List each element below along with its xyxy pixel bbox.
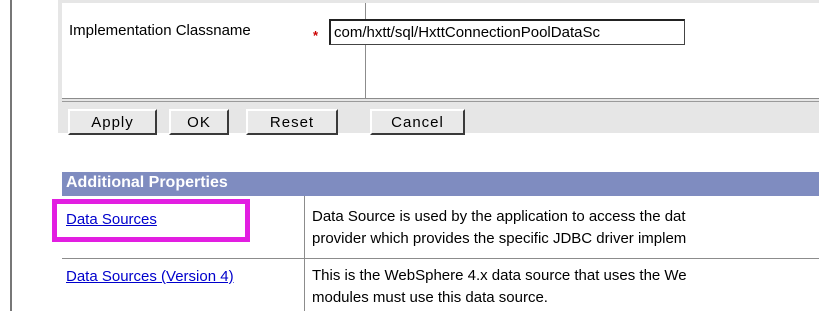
additional-properties-header: Additional Properties [62, 172, 819, 196]
implementation-classname-row: Implementation Classname [62, 3, 819, 99]
description-line: This is the WebSphere 4.x data source th… [312, 267, 687, 284]
description-line: modules must use this data source. [312, 289, 548, 306]
left-divider [10, 0, 12, 311]
data-sources-link[interactable]: Data Sources [66, 211, 157, 228]
apply-button[interactable]: Apply [68, 109, 157, 135]
ok-button[interactable]: OK [169, 109, 229, 135]
cancel-button[interactable]: Cancel [370, 109, 465, 135]
additional-properties-table: Data Sources Data Source is used by the … [62, 196, 819, 311]
description-line: provider which provides the specific JDB… [312, 230, 687, 247]
implementation-classname-label: Implementation Classname [69, 22, 251, 39]
property-name-cell: Data Sources (Version 4) [62, 259, 305, 311]
additional-properties-title: Additional Properties [66, 174, 228, 191]
description-line: Data Source is used by the application t… [312, 208, 686, 225]
property-name-cell: Data Sources [62, 196, 305, 258]
button-bar: Apply OK Reset Cancel [62, 101, 819, 135]
required-icon: * [313, 28, 319, 43]
reset-button[interactable]: Reset [246, 109, 338, 135]
table-row: Data Sources (Version 4) This is the Web… [62, 259, 819, 311]
table-row: Data Sources Data Source is used by the … [62, 196, 819, 259]
field-label-cell: Implementation Classname [62, 3, 366, 98]
property-description: Data Source is used by the application t… [312, 206, 817, 250]
property-description: This is the WebSphere 4.x data source th… [312, 265, 817, 309]
page: Implementation Classname * Apply OK Rese… [0, 0, 819, 311]
implementation-classname-input[interactable] [329, 19, 685, 45]
data-sources-version-4-link[interactable]: Data Sources (Version 4) [66, 268, 234, 285]
